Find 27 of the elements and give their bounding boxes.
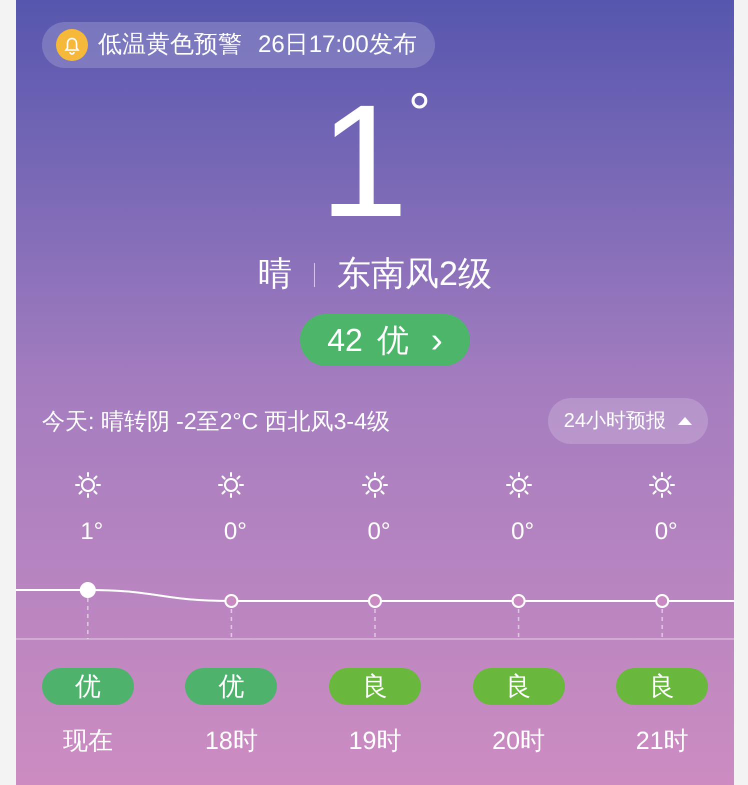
current-temperature: 1	[319, 91, 408, 231]
air-quality-badge: 良	[328, 668, 421, 705]
hour-label: 19时	[348, 726, 402, 757]
bell-icon	[56, 29, 88, 61]
hour-label: 现在	[62, 726, 113, 757]
air-quality-button[interactable]: 42 优 ›	[300, 314, 470, 366]
hour-temperature: 0°	[222, 517, 247, 547]
hour-label: 18时	[204, 726, 258, 757]
air-quality-badge: 良	[616, 668, 708, 705]
wind-info: 东南风2级	[337, 254, 492, 295]
warning-time: 26日17:00发布	[258, 30, 417, 60]
hour-temperature: 0°	[366, 517, 390, 547]
hour-temperature: 0°	[510, 517, 534, 547]
air-quality-badge: 优	[185, 668, 278, 705]
hour-label: 21时	[636, 726, 689, 757]
degree-sign: °	[408, 85, 431, 146]
hour-label: 20时	[492, 726, 545, 757]
caret-up-icon	[678, 416, 692, 426]
air-quality-badge: 良	[472, 668, 565, 705]
today-summary: 今天: 晴转阴 -2至2°C 西北风3-4级	[42, 406, 390, 436]
forecast-toggle-button[interactable]: 24小时预报	[548, 398, 708, 444]
warning-title: 低温黄色预警	[98, 30, 242, 60]
hour-temperature: 0°	[654, 517, 678, 547]
hour-temperature: 1°	[79, 517, 104, 547]
weather-condition: 晴	[258, 254, 292, 295]
warning-banner[interactable]: 低温黄色预警 26日17:00发布	[42, 22, 435, 68]
air-quality-badge: 优	[42, 668, 134, 705]
